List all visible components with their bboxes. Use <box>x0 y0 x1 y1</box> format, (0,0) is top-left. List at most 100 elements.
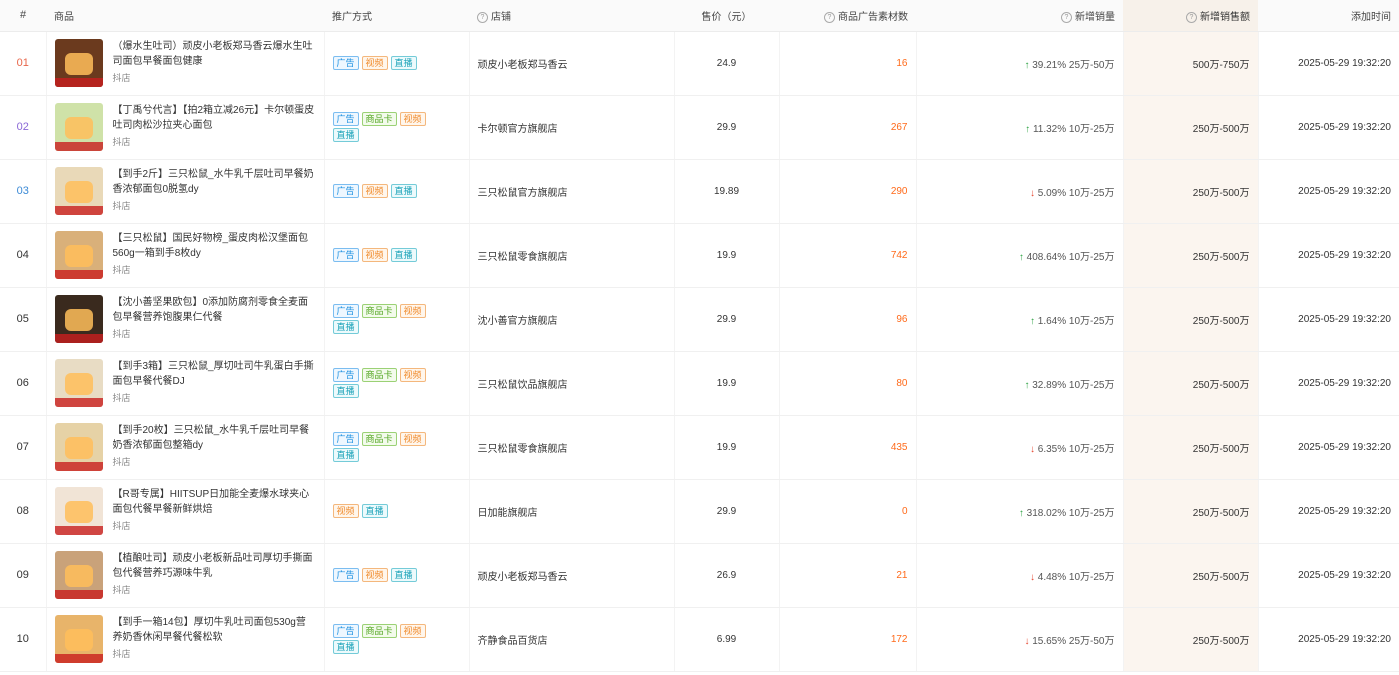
ad-count[interactable]: 267 <box>779 95 917 160</box>
shop-name[interactable]: 三只松鼠官方旗舰店 <box>469 159 675 224</box>
col-header-new-sales[interactable]: ? 新增销量 <box>916 0 1123 32</box>
table-row[interactable]: 02 【丁禹兮代言】【拍2箱立减26元】卡尔顿蛋皮吐司肉松沙拉夹心面包 抖店 广… <box>0 95 1399 160</box>
product-cell[interactable]: 【到手2斤】三只松鼠_水牛乳千层吐司早餐奶香浓郁面包0脱氢dy 抖店 <box>46 159 325 224</box>
col-header-new-revenue[interactable]: ? 新增销售额 <box>1123 0 1258 32</box>
shop-name[interactable]: 三只松鼠零食旗舰店 <box>469 415 675 480</box>
product-title[interactable]: 【到手2斤】三只松鼠_水牛乳千层吐司早餐奶香浓郁面包0脱氢dy <box>113 167 316 197</box>
product-cell[interactable]: 【到手一箱14包】厚切牛乳吐司面包530g营养奶香休闲早餐代餐松软 抖店 <box>46 607 325 672</box>
price: 29.9 <box>674 95 780 160</box>
product-thumbnail[interactable] <box>54 231 103 279</box>
col-header-added-time[interactable]: 添加时间 <box>1258 0 1399 32</box>
ad-count[interactable]: 21 <box>779 543 917 608</box>
col-header-promo: 推广方式 <box>324 0 469 32</box>
help-icon[interactable]: ? <box>1186 11 1197 23</box>
shop-name[interactable]: 齐静食品百货店 <box>469 607 675 672</box>
ad-count[interactable]: 0 <box>779 479 917 544</box>
promo-tag-live: 直播 <box>332 384 359 398</box>
promo-tag-video: 视频 <box>361 56 388 70</box>
product-title[interactable]: 【三只松鼠】国民好物榜_蛋皮肉松汉堡面包560g一箱到手8枚dy <box>113 231 316 261</box>
table-row[interactable]: 06 【到手3箱】三只松鼠_厚切吐司牛乳蛋白手撕面包早餐代餐DJ 抖店 广告 商品… <box>0 351 1399 416</box>
product-thumbnail[interactable] <box>54 487 103 535</box>
help-icon[interactable]: ? <box>1061 11 1072 23</box>
ad-count[interactable]: 96 <box>779 287 917 352</box>
product-cell[interactable]: 【植酿吐司】顽皮小老板新品吐司厚切手撕面包代餐营养巧源味牛乳 抖店 <box>46 543 325 608</box>
ad-count[interactable]: 16 <box>779 31 917 96</box>
product-cell[interactable]: （爆水生吐司）顽皮小老板郑马香云爆水生吐司面包早餐面包健康 抖店 <box>46 31 325 96</box>
product-thumbnail[interactable] <box>54 551 103 599</box>
arrow-up-icon: ↑ <box>1024 59 1030 71</box>
price: 19.9 <box>674 223 780 288</box>
product-cell[interactable]: 【三只松鼠】国民好物榜_蛋皮肉松汉堡面包560g一箱到手8枚dy 抖店 <box>46 223 325 288</box>
product-thumbnail[interactable] <box>54 359 103 407</box>
product-cell[interactable]: 【R哥专属】HIITSUP日加能全麦爆水球夹心面包代餐早餐新鲜烘焙 抖店 <box>46 479 325 544</box>
shop-name[interactable]: 卡尔顿官方旗舰店 <box>469 95 675 160</box>
rank-index: 03 <box>0 159 47 224</box>
product-title[interactable]: 【沈小善坚果欧包】0添加防腐剂零食全麦面包早餐营养饱腹果仁代餐 <box>113 295 316 325</box>
promo-tag-live: 直播 <box>390 248 417 262</box>
product-thumbnail[interactable] <box>54 423 103 471</box>
product-thumbnail[interactable] <box>54 295 103 343</box>
added-time: 2025-05-29 19:32:20 <box>1258 543 1399 608</box>
product-platform: 抖店 <box>112 265 131 275</box>
promo-tag-video: 视频 <box>361 568 388 582</box>
arrow-up-icon: ↑ <box>1018 251 1024 263</box>
table-row[interactable]: 08 【R哥专属】HIITSUP日加能全麦爆水球夹心面包代餐早餐新鲜烘焙 抖店 … <box>0 479 1399 544</box>
promo-tag-card: 商品卡 <box>361 304 397 318</box>
product-cell[interactable]: 【沈小善坚果欧包】0添加防腐剂零食全麦面包早餐营养饱腹果仁代餐 抖店 <box>46 287 325 352</box>
product-title[interactable]: 【到手一箱14包】厚切牛乳吐司面包530g营养奶香休闲早餐代餐松软 <box>113 615 316 645</box>
ad-count[interactable]: 435 <box>779 415 917 480</box>
new-sales-cell: ↑ 11.32% 10万-25万 <box>916 95 1124 160</box>
growth-percent: 1.64% <box>1037 315 1067 327</box>
growth-percent: 318.02% <box>1026 507 1067 519</box>
product-cell[interactable]: 【到手20枚】三只松鼠_水牛乳千层吐司早餐奶香浓郁面包整箱dy 抖店 <box>46 415 325 480</box>
table-row[interactable]: 09 【植酿吐司】顽皮小老板新品吐司厚切手撕面包代餐营养巧源味牛乳 抖店 广告视… <box>0 543 1399 608</box>
table-row[interactable]: 05 【沈小善坚果欧包】0添加防腐剂零食全麦面包早餐营养饱腹果仁代餐 抖店 广告… <box>0 287 1399 352</box>
shop-name[interactable]: 沈小善官方旗舰店 <box>469 287 675 352</box>
product-platform: 抖店 <box>112 585 131 595</box>
ad-count[interactable]: 742 <box>779 223 917 288</box>
product-title[interactable]: 【丁禹兮代言】【拍2箱立减26元】卡尔顿蛋皮吐司肉松沙拉夹心面包 <box>113 103 316 133</box>
new-sales-cell: ↑ 39.21% 25万-50万 <box>916 31 1124 96</box>
product-platform: 抖店 <box>112 393 131 403</box>
product-cell[interactable]: 【到手3箱】三只松鼠_厚切吐司牛乳蛋白手撕面包早餐代餐DJ 抖店 <box>46 351 325 416</box>
product-title[interactable]: 【植酿吐司】顽皮小老板新品吐司厚切手撕面包代餐营养巧源味牛乳 <box>113 551 316 581</box>
price: 19.89 <box>674 159 780 224</box>
shop-name[interactable]: 三只松鼠零食旗舰店 <box>469 223 675 288</box>
product-title[interactable]: 【R哥专属】HIITSUP日加能全麦爆水球夹心面包代餐早餐新鲜烘焙 <box>113 487 316 517</box>
table-row[interactable]: 10 【到手一箱14包】厚切牛乳吐司面包530g营养奶香休闲早餐代餐松软 抖店 … <box>0 607 1399 672</box>
col-header-ad-count[interactable]: ? 商品广告素材数 <box>779 0 916 32</box>
rank-index: 09 <box>0 543 47 608</box>
product-title[interactable]: 【到手3箱】三只松鼠_厚切吐司牛乳蛋白手撕面包早餐代餐DJ <box>113 359 316 389</box>
table-row[interactable]: 01 （爆水生吐司）顽皮小老板郑马香云爆水生吐司面包早餐面包健康 抖店 广告 视频… <box>0 31 1399 96</box>
new-sales-cell: ↓ 4.48% 10万-25万 <box>916 543 1124 608</box>
help-icon[interactable]: ? <box>477 11 488 23</box>
product-thumbnail[interactable] <box>54 103 103 151</box>
product-title[interactable]: 【到手20枚】三只松鼠_水牛乳千层吐司早餐奶香浓郁面包整箱dy <box>113 423 316 453</box>
ad-count[interactable]: 290 <box>779 159 917 224</box>
added-time: 2025-05-29 19:32:20 <box>1258 415 1399 480</box>
product-thumbnail[interactable] <box>54 615 103 663</box>
col-header-price[interactable]: 售价（元） <box>674 0 779 32</box>
price: 19.9 <box>674 351 780 416</box>
new-sales-cell: ↓ 5.09% 10万-25万 <box>916 159 1124 224</box>
shop-name[interactable]: 顽皮小老板郑马香云 <box>469 31 675 96</box>
ad-count[interactable]: 80 <box>779 351 917 416</box>
product-title[interactable]: （爆水生吐司）顽皮小老板郑马香云爆水生吐司面包早餐面包健康 <box>113 39 316 69</box>
shop-name[interactable]: 三只松鼠饮品旗舰店 <box>469 351 675 416</box>
product-platform: 抖店 <box>112 137 131 147</box>
shop-name[interactable]: 日加能旗舰店 <box>469 479 675 544</box>
table-row[interactable]: 04 【三只松鼠】国民好物榜_蛋皮肉松汉堡面包560g一箱到手8枚dy 抖店 广… <box>0 223 1399 288</box>
added-time: 2025-05-29 19:32:20 <box>1258 31 1399 96</box>
growth-range: 10万-25万 <box>1068 251 1115 263</box>
promo-tag-card: 商品卡 <box>361 112 397 126</box>
product-thumbnail[interactable] <box>54 39 103 87</box>
shop-name[interactable]: 顽皮小老板郑马香云 <box>469 543 675 608</box>
table-row[interactable]: 07 【到手20枚】三只松鼠_水牛乳千层吐司早餐奶香浓郁面包整箱dy 抖店 广告… <box>0 415 1399 480</box>
col-header-product[interactable]: 商品 <box>46 0 324 32</box>
new-revenue: 250万-500万 <box>1123 415 1259 480</box>
table-row[interactable]: 03 【到手2斤】三只松鼠_水牛乳千层吐司早餐奶香浓郁面包0脱氢dy 抖店 广告… <box>0 159 1399 224</box>
ad-count[interactable]: 172 <box>779 607 917 672</box>
product-thumbnail[interactable] <box>54 167 103 215</box>
product-cell[interactable]: 【丁禹兮代言】【拍2箱立减26元】卡尔顿蛋皮吐司肉松沙拉夹心面包 抖店 <box>46 95 325 160</box>
help-icon[interactable]: ? <box>824 11 835 23</box>
